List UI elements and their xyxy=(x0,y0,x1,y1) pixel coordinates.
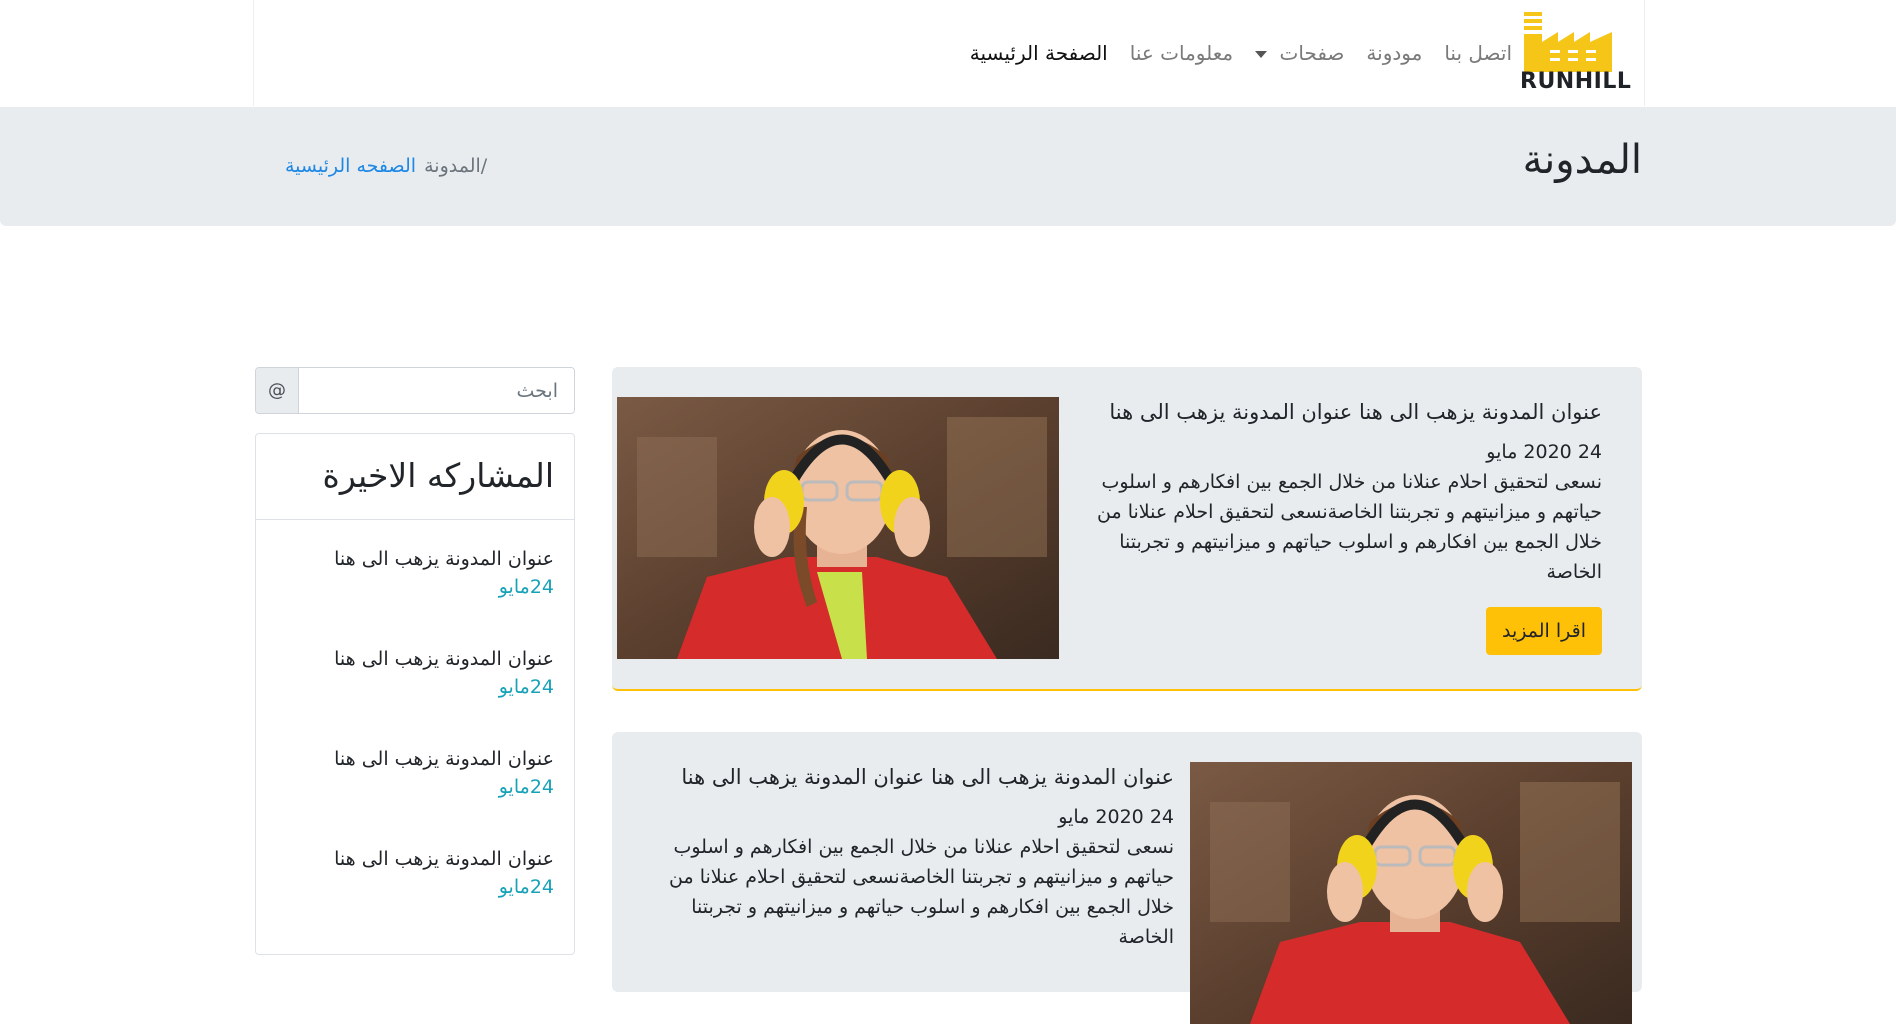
post-date: 24 2020 مايو xyxy=(1058,806,1174,828)
breadcrumb-current-label: المدونة xyxy=(424,155,481,177)
logo[interactable]: RUNHILL xyxy=(1520,12,1632,94)
nav-home[interactable]: الصفحة الرئيسية xyxy=(970,41,1108,65)
recent-posts-card: المشاركه الاخيرة عنوان المدونة يزهب الى … xyxy=(255,433,575,955)
post-body: عنوان المدونة يزهب الى هنا عنوان المدونة… xyxy=(1082,397,1602,587)
nav-pages-label: صفحات xyxy=(1279,41,1345,65)
nav-pages-dropdown[interactable]: صفحات xyxy=(1255,41,1344,65)
recent-post-title[interactable]: عنوان المدونة يزهب الى هنا xyxy=(334,648,554,670)
search-group: @ xyxy=(255,367,575,414)
blog-post-card: عنوان المدونة يزهب الى هنا عنوان المدونة… xyxy=(612,732,1642,1024)
recent-post-title[interactable]: عنوان المدونة يزهب الى هنا xyxy=(334,848,554,870)
at-icon: @ xyxy=(256,368,299,413)
recent-posts-header: المشاركه الاخيرة xyxy=(256,434,574,520)
list-item: عنوان المدونة يزهب الى هنا 24مايو xyxy=(256,820,574,920)
recent-post-date: 24مايو xyxy=(498,876,554,898)
recent-post-title[interactable]: عنوان المدونة يزهب الى هنا xyxy=(334,548,554,570)
navbar: RUNHILL الصفحة الرئيسية معلومات عنا صفحا… xyxy=(253,0,1645,106)
page-title: المدونة xyxy=(1522,137,1642,183)
post-excerpt: نسعى لتحقيق احلام عنلانا من خلال الجمع ب… xyxy=(669,836,1174,948)
recent-posts-title: المشاركه الاخيرة xyxy=(322,456,554,495)
breadcrumb-home-link[interactable]: الصفحه الرئيسية xyxy=(285,155,416,177)
post-image xyxy=(617,397,1059,659)
recent-post-date: 24مايو xyxy=(498,676,554,698)
nav-about[interactable]: معلومات عنا xyxy=(1130,41,1233,65)
post-title[interactable]: عنوان المدونة يزهب الى هنا عنوان المدونة… xyxy=(1082,397,1602,427)
nav-blog[interactable]: مودونة xyxy=(1366,41,1422,65)
factory-icon xyxy=(1524,12,1612,72)
list-item: عنوان المدونة يزهب الى هنا 24مايو xyxy=(256,520,574,620)
search-input[interactable] xyxy=(299,368,574,413)
page-header: المدونة /المدونة الصفحه الرئيسية xyxy=(0,107,1896,226)
recent-post-date: 24مايو xyxy=(498,776,554,798)
recent-posts-list: عنوان المدونة يزهب الى هنا 24مايو عنوان … xyxy=(256,520,574,920)
logo-text: RUNHILL xyxy=(1520,69,1632,94)
blog-post-card: عنوان المدونة يزهب الى هنا عنوان المدونة… xyxy=(612,367,1642,691)
post-body: عنوان المدونة يزهب الى هنا عنوان المدونة… xyxy=(646,762,1174,952)
breadcrumb-current: /المدونة xyxy=(424,155,487,177)
post-date: 24 2020 مايو xyxy=(1486,441,1602,463)
list-item: عنوان المدونة يزهب الى هنا 24مايو xyxy=(256,720,574,820)
breadcrumb: /المدونة الصفحه الرئيسية xyxy=(285,155,487,177)
list-item: عنوان المدونة يزهب الى هنا 24مايو xyxy=(256,620,574,720)
post-image xyxy=(1190,762,1632,1024)
nav-contact[interactable]: اتصل بنا xyxy=(1444,41,1512,65)
post-excerpt: نسعى لتحقيق احلام عنلانا من خلال الجمع ب… xyxy=(1097,471,1602,583)
recent-post-date: 24مايو xyxy=(498,576,554,598)
caret-down-icon xyxy=(1255,51,1268,58)
post-title[interactable]: عنوان المدونة يزهب الى هنا عنوان المدونة… xyxy=(646,762,1174,792)
read-more-button[interactable]: اقرا المزيد xyxy=(1486,607,1602,655)
recent-post-title[interactable]: عنوان المدونة يزهب الى هنا xyxy=(334,748,554,770)
main-nav: الصفحة الرئيسية معلومات عنا صفحات مودونة… xyxy=(970,38,1512,68)
breadcrumb-separator: / xyxy=(480,155,488,177)
